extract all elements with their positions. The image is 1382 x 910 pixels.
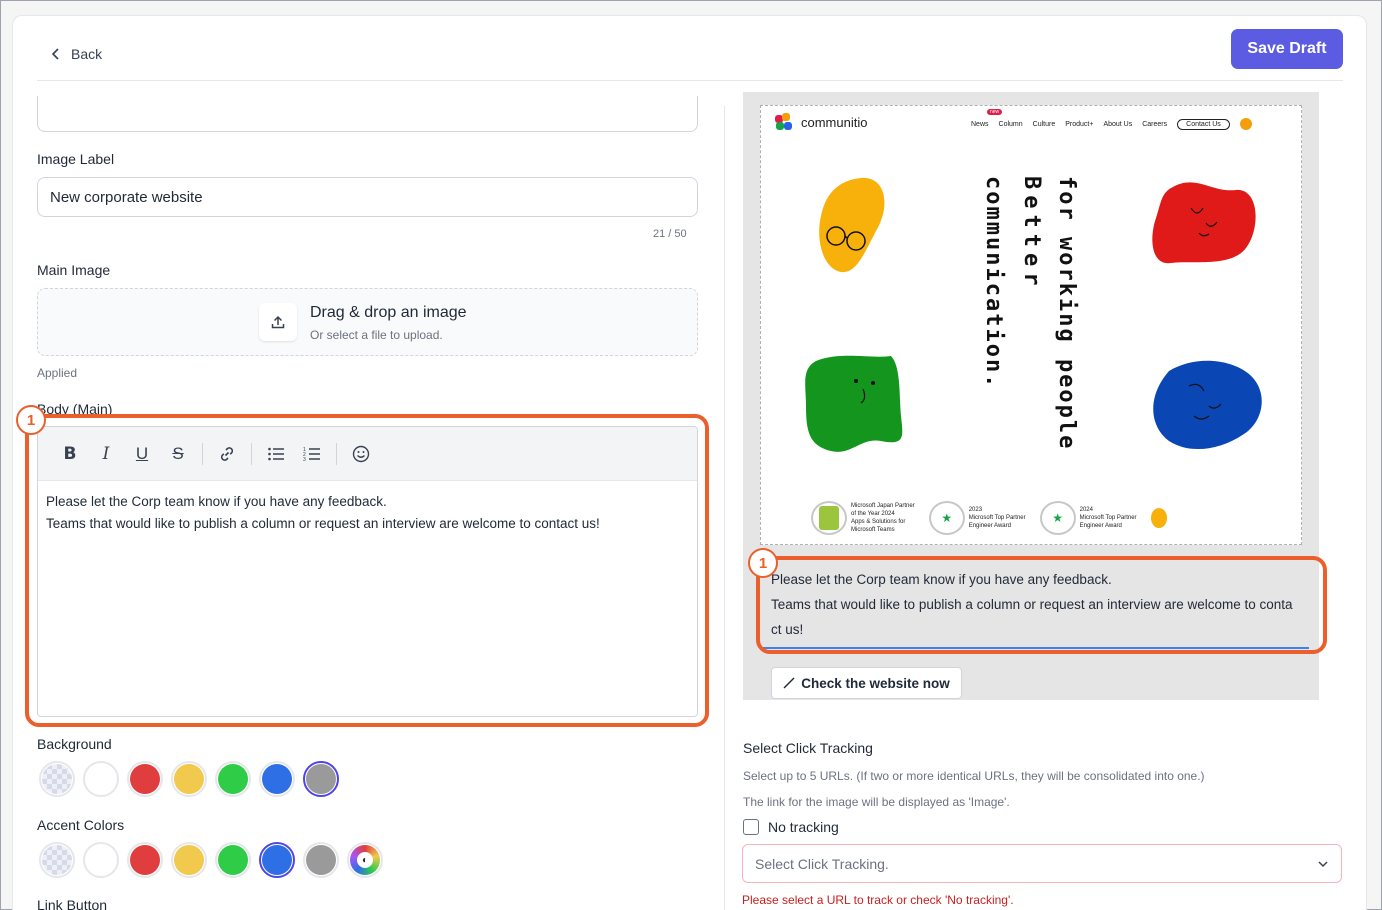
laurel-icon: ★ [928, 501, 965, 535]
logo-mark-icon [775, 113, 795, 131]
red-face-illustration [1152, 182, 1256, 264]
main-image-heading: Main Image [37, 262, 111, 278]
tracking-help: Select up to 5 URLs. (If two or more ide… [743, 769, 1205, 783]
swatch-blue[interactable] [259, 761, 295, 797]
swatch-transparent[interactable] [39, 761, 75, 797]
previous-field[interactable] [37, 96, 698, 132]
headline-line: for working people [1054, 176, 1079, 451]
no-tracking-label: No tracking [768, 819, 839, 835]
laurel-icon [811, 501, 847, 535]
background-heading: Background [37, 736, 112, 752]
contact-button: Contact Us [1177, 118, 1230, 130]
site-nav: News Column Culture Product+ About Us Ca… [971, 118, 1252, 130]
background-swatches [39, 761, 339, 797]
new-badge: new [987, 109, 1003, 115]
header-divider [37, 80, 1343, 81]
link-button-heading: Link Button [37, 897, 108, 910]
blue-face-illustration [1153, 360, 1262, 450]
tracking-error: Please select a URL to track or check 'N… [742, 893, 1014, 907]
swatch-red[interactable] [127, 761, 163, 797]
swatch-white[interactable] [83, 842, 119, 878]
back-button[interactable]: Back [49, 46, 102, 62]
swatch-yellow[interactable] [171, 842, 207, 878]
swatch-gray[interactable] [303, 761, 339, 797]
check-website-label: Check the website now [801, 675, 950, 691]
swatch-blue[interactable] [259, 842, 295, 878]
accent-swatches: ◐ [39, 842, 383, 878]
nav-item: News [971, 120, 989, 128]
app-frame: Back Save Draft Image Label New corporat… [0, 0, 1382, 910]
award-badge: ★ 2023 Microsoft Top Partner Engineer Aw… [928, 501, 1026, 535]
select-placeholder: Select Click Tracking. [755, 855, 889, 872]
click-tracking-select[interactable]: Select Click Tracking. [742, 844, 1342, 883]
chevron-left-icon [51, 48, 59, 60]
palette-icon: ◐ [350, 845, 380, 875]
dropzone-subtitle: Or select a file to upload. [310, 328, 443, 342]
green-face-illustration [805, 355, 903, 452]
image-status: Applied [37, 366, 78, 380]
swatch-green[interactable] [215, 842, 251, 878]
laurel-icon: ★ [1039, 501, 1076, 535]
swatch-transparent[interactable] [39, 842, 75, 878]
award-badge: Microsoft Japan Partner of the Year 2024… [811, 501, 915, 535]
tracking-help: The link for the image will be displayed… [743, 795, 1010, 809]
no-tracking-checkbox[interactable] [743, 819, 759, 835]
check-website-button[interactable]: Check the website now [771, 667, 962, 699]
swatch-gray[interactable] [303, 842, 339, 878]
swatch-red[interactable] [127, 842, 163, 878]
tracking-heading: Select Click Tracking [743, 740, 873, 756]
awards-row: Microsoft Japan Partner of the Year 2024… [811, 501, 1167, 535]
upload-icon [259, 303, 297, 341]
annotation-highlight [25, 414, 709, 727]
dropzone-title: Drag & drop an image [310, 304, 467, 321]
swatch-white[interactable] [83, 761, 119, 797]
nav-item: Careers [1142, 120, 1168, 128]
image-label-heading: Image Label [37, 151, 115, 167]
char-counter: 21 / 50 [653, 228, 687, 240]
headline-line: Better [1019, 176, 1044, 292]
yellow-face-illustration [819, 177, 885, 273]
annotation-highlight [756, 556, 1327, 654]
site-logo: communitio [775, 113, 867, 131]
back-label: Back [71, 46, 103, 62]
headline-line: communication. [981, 176, 1006, 390]
custom-color-picker[interactable]: ◐ [347, 842, 383, 878]
nav-item: Product+ [1065, 120, 1094, 128]
annotation-badge: 1 [16, 405, 46, 435]
arrow-icon [1239, 118, 1252, 130]
website-screenshot: communitio new News Column Culture Produ… [760, 105, 1302, 545]
nav-item: Column [998, 120, 1023, 128]
accent-heading: Accent Colors [37, 817, 125, 833]
chevron-down-icon [1318, 860, 1328, 867]
no-tracking-option[interactable]: No tracking [743, 819, 839, 835]
image-dropzone[interactable]: Drag & drop an image Or select a file to… [37, 288, 698, 356]
save-draft-button[interactable]: Save Draft [1231, 29, 1343, 69]
award-badge: ★ 2024 Microsoft Top Partner Engineer Aw… [1039, 501, 1137, 535]
annotation-badge: 1 [748, 548, 778, 578]
swatch-green[interactable] [215, 761, 251, 797]
mascot-icon [1150, 508, 1167, 528]
image-label-input[interactable]: New corporate website [37, 177, 698, 217]
column-divider [724, 106, 725, 910]
nav-item: Culture [1032, 120, 1056, 128]
nav-item: About Us [1103, 120, 1133, 128]
logo-text: communitio [801, 114, 868, 130]
diagonal-arrow-icon [783, 677, 795, 689]
swatch-yellow[interactable] [171, 761, 207, 797]
